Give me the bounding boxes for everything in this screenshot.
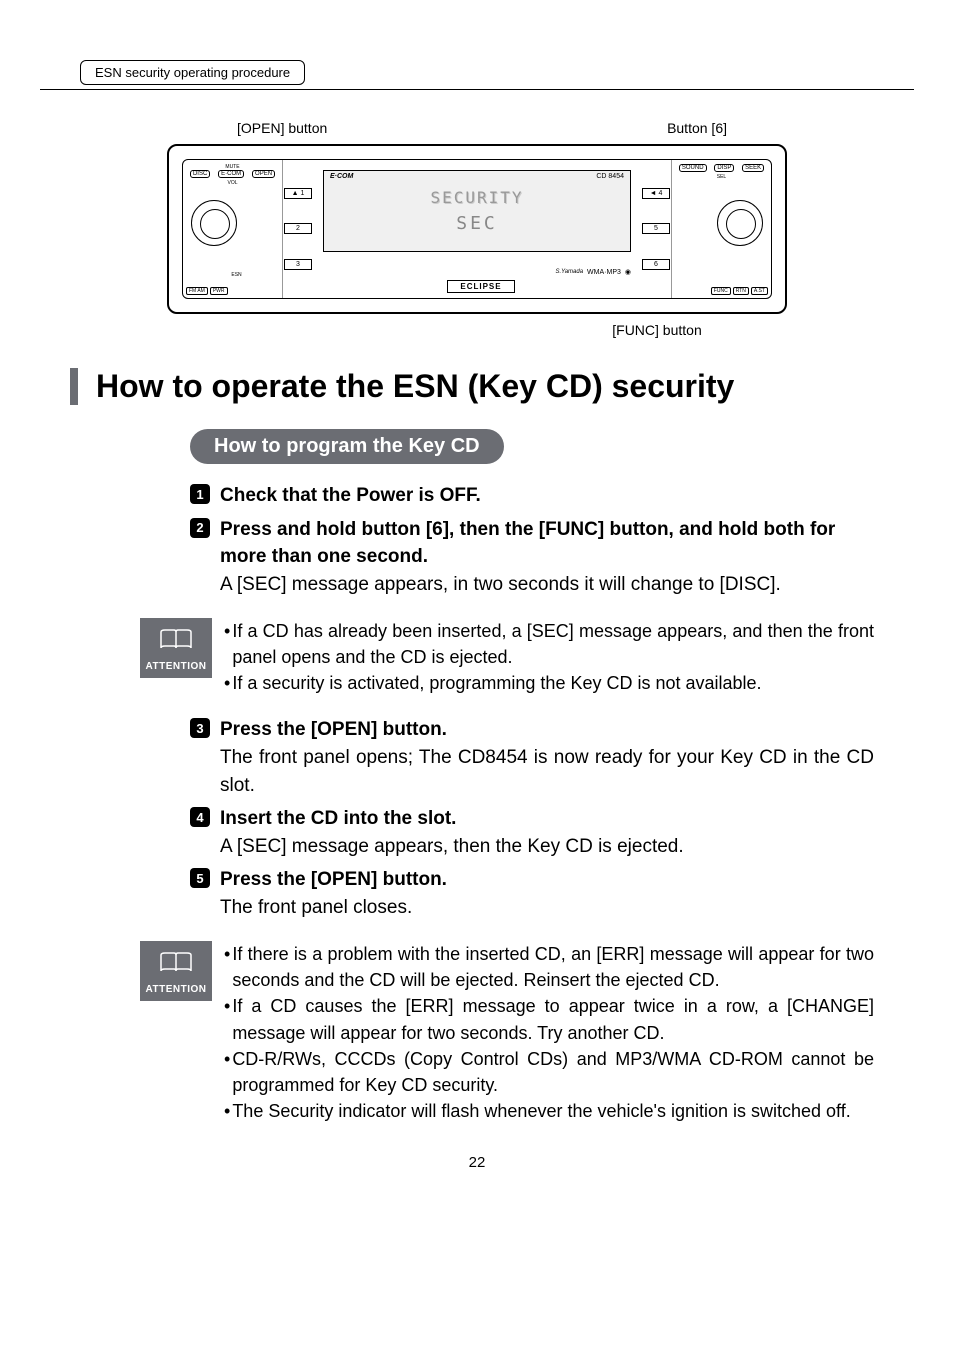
step-5: 5 Press the [OPEN] button. The front pan…: [190, 866, 874, 921]
device-diagram: [OPEN] button Button [6] MUTE DISC E·COM…: [80, 120, 874, 338]
screen-model: CD 8454: [596, 173, 624, 180]
step-2: 2 Press and hold button [6], then the [F…: [190, 516, 874, 599]
sel-label: SEL: [676, 174, 767, 180]
vol-label: VOL: [187, 180, 278, 186]
step-number-icon: 5: [190, 868, 210, 888]
device-outline: MUTE DISC E·COM OPEN VOL ESN FM AM PWR ▲…: [167, 144, 787, 314]
ast-button: A.ST: [751, 287, 768, 295]
main-heading: How to operate the ESN (Key CD) security: [70, 368, 874, 405]
step-4-body: A [SEC] message appears, then the Key CD…: [220, 833, 874, 861]
open-button-label: [OPEN] button: [237, 120, 327, 136]
func-button: FUNC: [711, 287, 731, 295]
step-5-title: Press the [OPEN] button.: [220, 866, 874, 894]
disc-icon: ◉: [625, 268, 631, 276]
open-button: OPEN: [252, 170, 275, 178]
pwr-button: PWR: [210, 287, 228, 295]
attention-block-2: ATTENTION •If there is a problem with th…: [140, 941, 874, 1124]
sound-button: SOUND: [679, 164, 707, 172]
preset-5: 5: [642, 223, 670, 234]
ecom-button: E·COM: [218, 170, 244, 178]
screen-security-text: SECURITY: [430, 188, 523, 207]
step-3-body: The front panel opens; The CD8454 is now…: [220, 744, 874, 799]
preset-2: 2: [284, 223, 312, 234]
attention1-bullet1: If a CD has already been inserted, a [SE…: [232, 618, 874, 670]
page-number: 22: [80, 1154, 874, 1171]
sub-heading: How to program the Key CD: [190, 429, 504, 464]
esn-label: ESN: [187, 272, 286, 278]
rtn-button: RTN: [733, 287, 749, 295]
preset-1: ▲ 1: [284, 188, 312, 199]
step-2-body: A [SEC] message appears, in two seconds …: [220, 571, 874, 599]
left-dial: [191, 200, 237, 246]
button-6-label: Button [6]: [667, 120, 727, 136]
step-number-icon: 3: [190, 718, 210, 738]
attention2-bullet3: CD-R/RWs, CCCDs (Copy Control CDs) and M…: [232, 1046, 874, 1098]
preset-4: ◄ 4: [642, 188, 670, 199]
disc-button: DISC: [190, 170, 210, 178]
attention2-bullet1: If there is a problem with the inserted …: [232, 941, 874, 993]
step-3: 3 Press the [OPEN] button. The front pan…: [190, 716, 874, 799]
step-5-body: The front panel closes.: [220, 894, 874, 922]
attention-badge: ATTENTION: [140, 618, 212, 678]
signature: S.Yamada: [555, 269, 583, 275]
screen-brand: E·COM: [330, 173, 353, 180]
attention2-bullet4: The Security indicator will flash whenev…: [232, 1098, 874, 1124]
attention2-bullet2: If a CD causes the [ERR] message to appe…: [232, 993, 874, 1045]
seek-button: SEEK: [742, 164, 764, 172]
eclipse-label: ECLIPSE: [447, 280, 514, 293]
attention-label: ATTENTION: [140, 984, 212, 995]
right-dial: [717, 200, 763, 246]
preset-6: 6: [642, 259, 670, 270]
book-icon: [140, 628, 212, 657]
device-center: E·COM CD 8454 SECURITY SEC S.Yamada WMA·…: [313, 160, 641, 298]
step-4: 4 Insert the CD into the slot. A [SEC] m…: [190, 805, 874, 860]
step-number-icon: 2: [190, 518, 210, 538]
step-4-title: Insert the CD into the slot.: [220, 805, 874, 833]
disp-button: DISP: [714, 164, 734, 172]
attention-badge: ATTENTION: [140, 941, 212, 1001]
step-number-icon: 1: [190, 484, 210, 504]
fm-am-button: FM AM: [186, 287, 208, 295]
device-right-panel: SOUND DISP SEEK SEL FUNC RTN A.ST: [671, 160, 771, 298]
screen-sec-text: SEC: [456, 213, 498, 234]
wma-mp3-label: WMA·MP3: [587, 269, 621, 276]
step-2-title: Press and hold button [6], then the [FUN…: [220, 516, 874, 571]
book-icon: [140, 951, 212, 980]
left-side-buttons: ▲ 1 2 3: [283, 160, 313, 298]
attention-block-1: ATTENTION •If a CD has already been inse…: [140, 618, 874, 696]
step-number-icon: 4: [190, 807, 210, 827]
attention1-bullet2: If a security is activated, programming …: [232, 670, 874, 696]
func-button-label: [FUNC] button: [440, 322, 874, 338]
attention-label: ATTENTION: [140, 661, 212, 672]
step-1-title: Check that the Power is OFF.: [220, 482, 874, 510]
device-left-panel: MUTE DISC E·COM OPEN VOL ESN FM AM PWR: [183, 160, 283, 298]
device-screen: E·COM CD 8454 SECURITY SEC: [323, 170, 631, 252]
right-side-buttons: ◄ 4 5 6: [641, 160, 671, 298]
header-line: [40, 89, 914, 90]
preset-3: 3: [284, 259, 312, 270]
step-1: 1 Check that the Power is OFF.: [190, 482, 874, 510]
step-3-title: Press the [OPEN] button.: [220, 716, 874, 744]
header-tab: ESN security operating procedure: [80, 60, 305, 85]
